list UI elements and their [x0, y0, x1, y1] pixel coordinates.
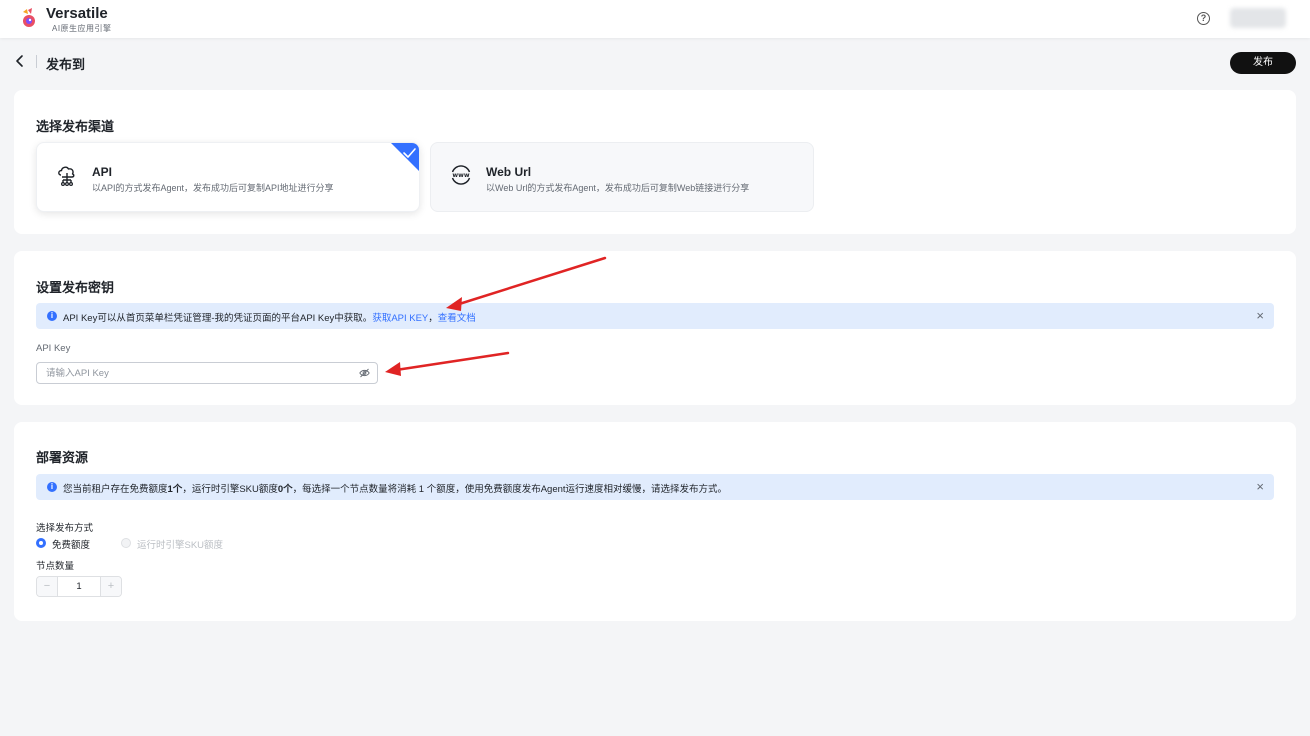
eye-hidden-icon[interactable] — [359, 368, 370, 378]
header-divider — [36, 55, 37, 68]
channel-card-web-url[interactable]: www Web Url 以Web Url的方式发布Agent，发布成功后可复制W… — [430, 142, 814, 212]
close-icon[interactable]: × — [1256, 309, 1264, 322]
channel-card-api-title: API — [92, 165, 113, 179]
channel-card-web-url-desc: 以Web Url的方式发布Agent，发布成功后可复制Web链接进行分享 — [486, 183, 750, 193]
api-key-alert-text: API Key可以从首页菜单栏凭证管理-我的凭证页面的平台API Key中获取。… — [63, 310, 476, 324]
publish-method-label: 选择发布方式 — [36, 523, 94, 534]
resource-section-title: 部署资源 — [36, 450, 89, 465]
back-arrow-icon[interactable] — [14, 54, 26, 68]
key-section-title: 设置发布密钥 — [36, 280, 115, 295]
increment-button[interactable]: + — [100, 577, 121, 596]
radio-free-quota-label[interactable]: 免费额度 — [52, 537, 90, 551]
help-icon[interactable]: ? — [1197, 12, 1210, 25]
radio-free-quota[interactable] — [36, 538, 46, 548]
top-bar: Versatile AI原生应用引擎 ? — [0, 0, 1310, 38]
node-count-stepper[interactable]: − 1 + — [36, 576, 122, 597]
resource-panel: 部署资源 i 您当前租户存在免费额度1个，运行时引擎SKU额度0个，每选择一个节… — [14, 422, 1296, 621]
radio-sku-quota-label: 运行时引擎SKU额度 — [137, 540, 224, 551]
brand-name: Versatile — [46, 5, 108, 22]
api-key-alert-message: API Key可以从首页菜单栏凭证管理-我的凭证页面的平台API Key中获取。 — [63, 313, 373, 324]
www-globe-icon: www — [451, 165, 471, 185]
brand-subtitle: AI原生应用引擎 — [52, 24, 112, 33]
close-icon[interactable]: × — [1256, 480, 1264, 493]
api-key-input[interactable] — [36, 362, 378, 384]
info-icon: i — [47, 311, 57, 321]
channel-card-web-url-title: Web Url — [486, 165, 532, 179]
node-count-label: 节点数量 — [36, 561, 75, 572]
quota-alert-suffix: ，每选择一个节点数量将消耗 1 个额度，使用免费额度发布Agent运行速度相对缓… — [292, 484, 728, 495]
quota-alert-mid: ，运行时引擎SKU额度 — [182, 484, 278, 495]
publish-button[interactable]: 发布 — [1230, 52, 1296, 74]
node-count-value[interactable]: 1 — [58, 577, 100, 596]
channel-card-api-desc: 以API的方式发布Agent，发布成功后可复制API地址进行分享 — [92, 183, 334, 193]
key-panel: 设置发布密钥 i API Key可以从首页菜单栏凭证管理-我的凭证页面的平台AP… — [14, 251, 1296, 405]
radio-sku-quota — [121, 538, 131, 548]
api-key-label: API Key — [36, 343, 71, 354]
user-avatar[interactable] — [1230, 8, 1286, 28]
view-docs-link[interactable]: 查看文档 — [438, 313, 476, 324]
decrement-button[interactable]: − — [37, 577, 58, 596]
sku-quota-count: 0个 — [277, 484, 293, 495]
channel-panel: 选择发布渠道 API 以API的方式发布Agent，发布成功后可复制API地址进… — [14, 90, 1296, 234]
cloud-network-icon — [58, 166, 75, 187]
quota-info-alert: i 您当前租户存在免费额度1个，运行时引擎SKU额度0个，每选择一个节点数量将消… — [36, 474, 1274, 500]
svg-text:www: www — [452, 172, 469, 179]
channel-section-title: 选择发布渠道 — [36, 119, 115, 134]
quota-alert-text: 您当前租户存在免费额度1个，运行时引擎SKU额度0个，每选择一个节点数量将消耗 … — [63, 481, 727, 495]
get-api-key-link[interactable]: 获取API KEY — [372, 313, 428, 324]
quota-alert-prefix: 您当前租户存在免费额度 — [63, 484, 168, 495]
page-title: 发布到 — [46, 57, 86, 72]
api-key-info-alert: i API Key可以从首页菜单栏凭证管理-我的凭证页面的平台API Key中获… — [36, 303, 1274, 329]
free-quota-count: 1个 — [167, 484, 183, 495]
versatile-logo-icon[interactable] — [20, 8, 38, 28]
info-icon: i — [47, 482, 57, 492]
channel-card-api[interactable]: API 以API的方式发布Agent，发布成功后可复制API地址进行分享 — [36, 142, 420, 212]
selected-check-icon — [391, 143, 419, 171]
alert-link-separator: ， — [428, 313, 438, 324]
